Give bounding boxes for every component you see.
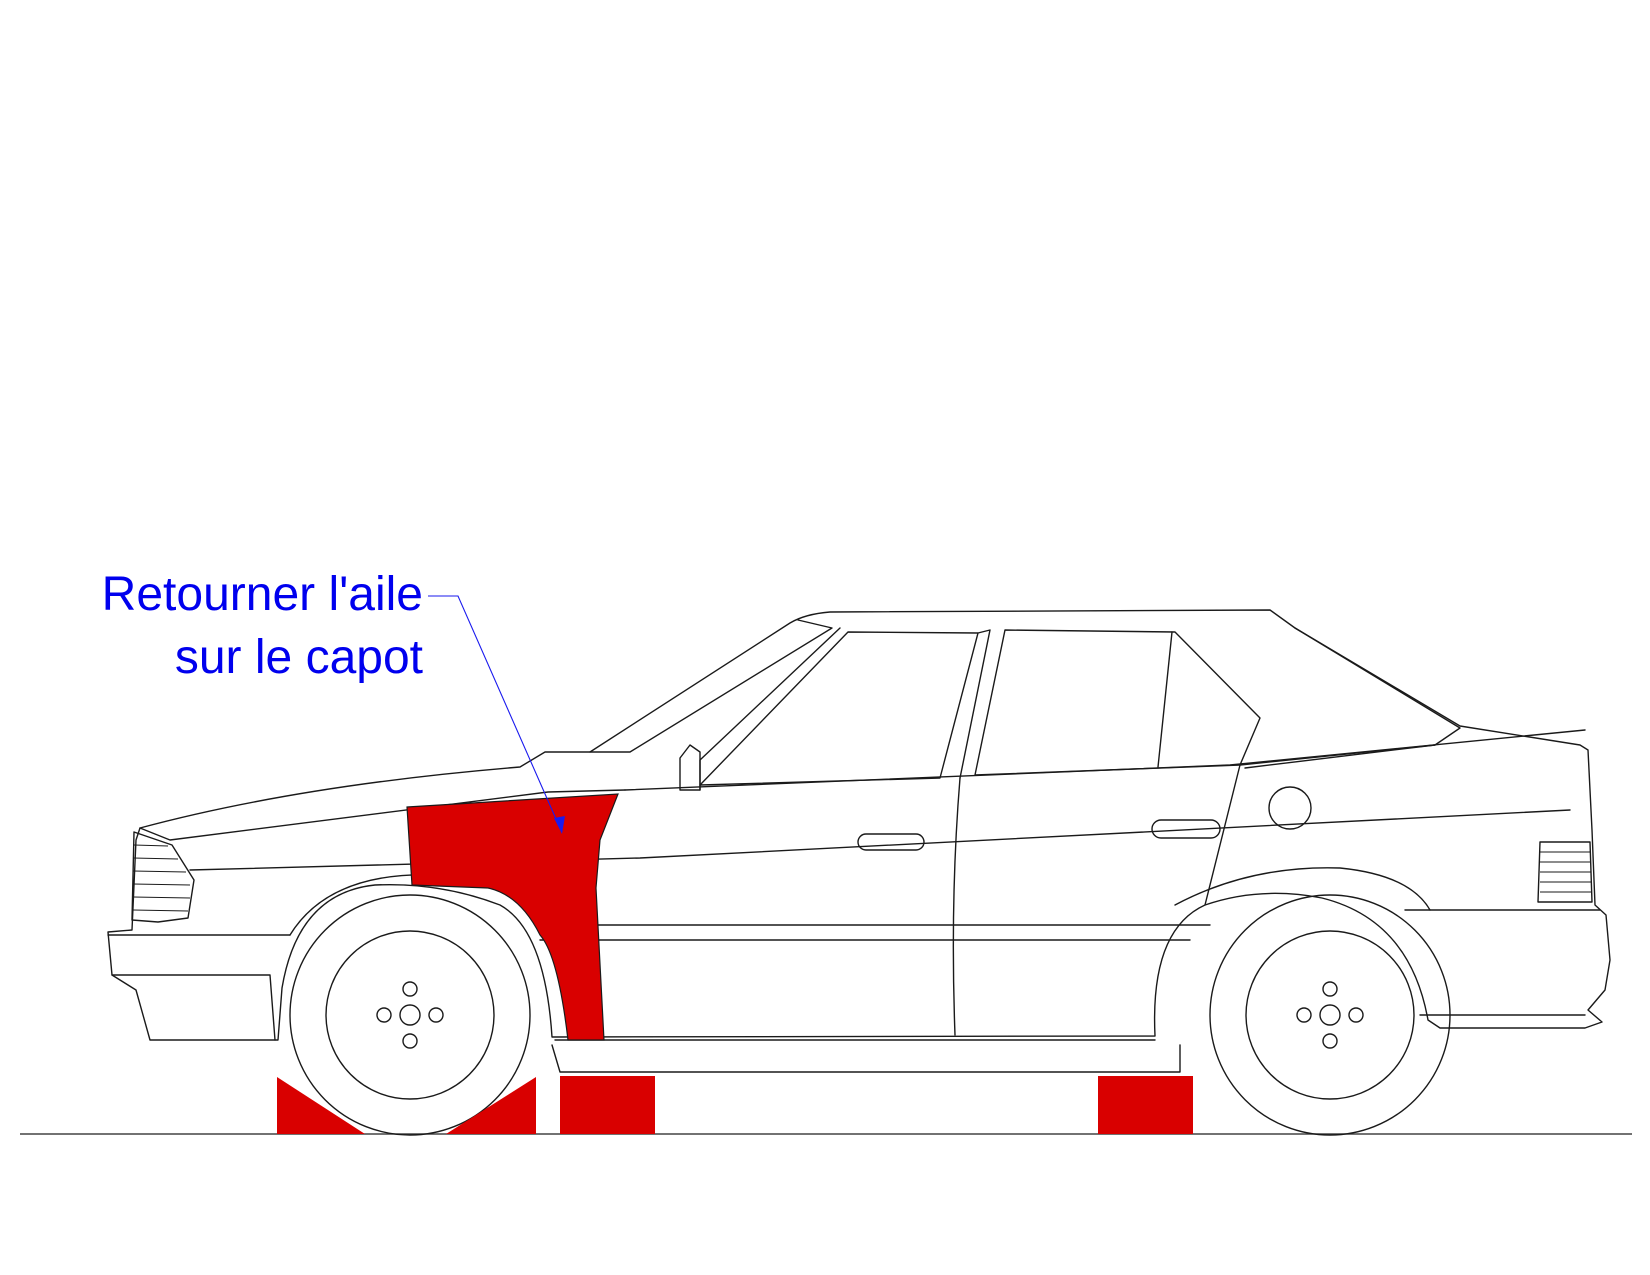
tail-light-slats (1540, 851, 1591, 893)
wheel-chock-front (277, 1077, 365, 1134)
front-lug-nut (428, 1007, 444, 1023)
grille-slats (132, 844, 191, 912)
rocker-panel (551, 1044, 1181, 1073)
b-pillar (959, 629, 991, 779)
side-mirror (679, 744, 701, 791)
rear-door-window (974, 629, 1261, 776)
fuel-cap (1268, 786, 1312, 830)
annotation-line-1: Retourner l'aile (102, 568, 423, 621)
rear-lug-nut (1322, 981, 1338, 997)
annotation: Retourner l'aile sur le capot (102, 568, 565, 834)
rear-lug-nut (1348, 1007, 1364, 1023)
support-block-rear (1098, 1076, 1193, 1134)
front-hub (399, 1004, 421, 1026)
rear-lug-nut (1322, 1033, 1338, 1049)
wheel-chock-rear (446, 1077, 536, 1134)
front-bumper (107, 934, 291, 1041)
front-wing-highlight (406, 793, 619, 1041)
front-wheel (289, 894, 531, 1136)
side-trim (539, 924, 1211, 941)
belt-line (624, 729, 1586, 791)
front-lug-nut (402, 981, 418, 997)
front-lug-nut (402, 1033, 418, 1049)
front-rim (325, 930, 495, 1100)
front-lug-nut (376, 1007, 392, 1023)
quarter-glass-divider (1157, 631, 1173, 768)
a-pillar (699, 627, 841, 791)
annotation-line-2: sur le capot (175, 631, 423, 684)
rear-window (1239, 627, 1461, 766)
support-block-front (560, 1076, 655, 1134)
body-crease (189, 809, 1571, 871)
car-side-view-diagram: Retourner l'aile sur le capot (20, 568, 1632, 1136)
trunk-line (1244, 744, 1436, 769)
rear-wheel (1209, 894, 1451, 1136)
front-door-edge (952, 777, 961, 1036)
rear-rim (1245, 930, 1415, 1100)
front-door-handle (857, 833, 925, 851)
rear-lug-nut (1296, 1007, 1312, 1023)
rear-hub (1319, 1004, 1341, 1026)
rear-bumper (1404, 909, 1601, 1016)
